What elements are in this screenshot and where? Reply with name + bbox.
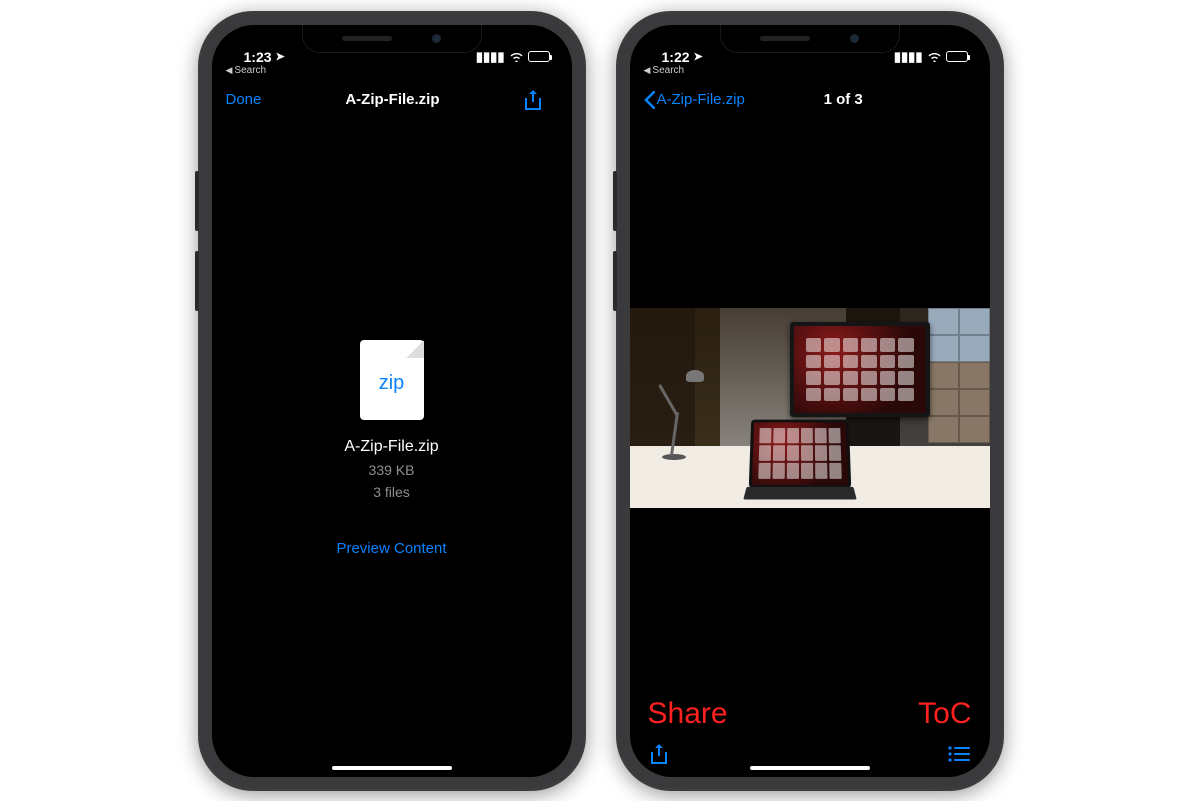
share-button[interactable]: [524, 89, 558, 111]
back-label: A-Zip-File.zip: [657, 91, 745, 108]
phone-left: 1:23 ➤ ▮▮▮▮ ◀ Search Done A-Zip-File.zip: [198, 11, 586, 791]
notch: [720, 25, 900, 53]
navbar: Done A-Zip-File.zip: [212, 80, 572, 120]
file-preview-area: zip A-Zip-File.zip 339 KB 3 files Previe…: [212, 120, 572, 777]
bottom-toolbar: [630, 731, 990, 777]
ipad-in-photo: [748, 420, 850, 489]
navbar-title: 1 of 3: [745, 91, 942, 108]
file-name: A-Zip-File.zip: [344, 438, 438, 456]
breadcrumb-label: Search: [234, 65, 266, 76]
breadcrumb[interactable]: ◀ Search: [630, 65, 990, 80]
screen: 1:23 ➤ ▮▮▮▮ ◀ Search Done A-Zip-File.zip: [212, 25, 572, 777]
annotation-share: Share: [648, 697, 728, 731]
file-count: 3 files: [373, 484, 410, 500]
monitor-in-photo: [790, 322, 930, 417]
file-size: 339 KB: [369, 462, 415, 478]
location-icon: ➤: [694, 50, 703, 63]
annotation-toc: ToC: [918, 697, 971, 731]
breadcrumb-label: Search: [652, 65, 684, 76]
chevron-left-icon: ◀: [644, 65, 651, 76]
share-button[interactable]: [650, 743, 668, 765]
done-button[interactable]: Done: [226, 91, 262, 108]
home-indicator[interactable]: [332, 766, 452, 770]
chevron-left-icon: [644, 91, 655, 109]
image-viewer[interactable]: [630, 120, 990, 697]
notch: [302, 25, 482, 53]
navbar-title: A-Zip-File.zip: [261, 91, 523, 108]
screen: 1:22 ➤ ▮▮▮▮ ◀ Search A-Zip-File.zip: [630, 25, 990, 777]
wifi-icon: [927, 51, 942, 62]
table-of-contents-button[interactable]: [948, 746, 970, 762]
wifi-icon: [509, 51, 524, 62]
status-time: 1:22: [662, 49, 690, 65]
navbar: A-Zip-File.zip 1 of 3: [630, 80, 990, 120]
battery-icon: [528, 51, 550, 62]
battery-icon: [946, 51, 968, 62]
annotation-overlay: Share ToC: [630, 697, 990, 731]
home-indicator[interactable]: [750, 766, 870, 770]
preview-content-button[interactable]: Preview Content: [336, 540, 446, 557]
phone-right: 1:22 ➤ ▮▮▮▮ ◀ Search A-Zip-File.zip: [616, 11, 1004, 791]
zip-file-icon: zip: [360, 340, 424, 420]
location-icon: ➤: [276, 50, 285, 63]
cellular-icon: ▮▮▮▮: [476, 49, 505, 65]
back-button[interactable]: A-Zip-File.zip: [644, 91, 745, 109]
breadcrumb[interactable]: ◀ Search: [212, 65, 572, 80]
preview-photo: [630, 308, 990, 508]
file-icon-label: zip: [379, 372, 405, 395]
status-time: 1:23: [244, 49, 272, 65]
cellular-icon: ▮▮▮▮: [894, 49, 923, 65]
chevron-left-icon: ◀: [226, 65, 233, 76]
